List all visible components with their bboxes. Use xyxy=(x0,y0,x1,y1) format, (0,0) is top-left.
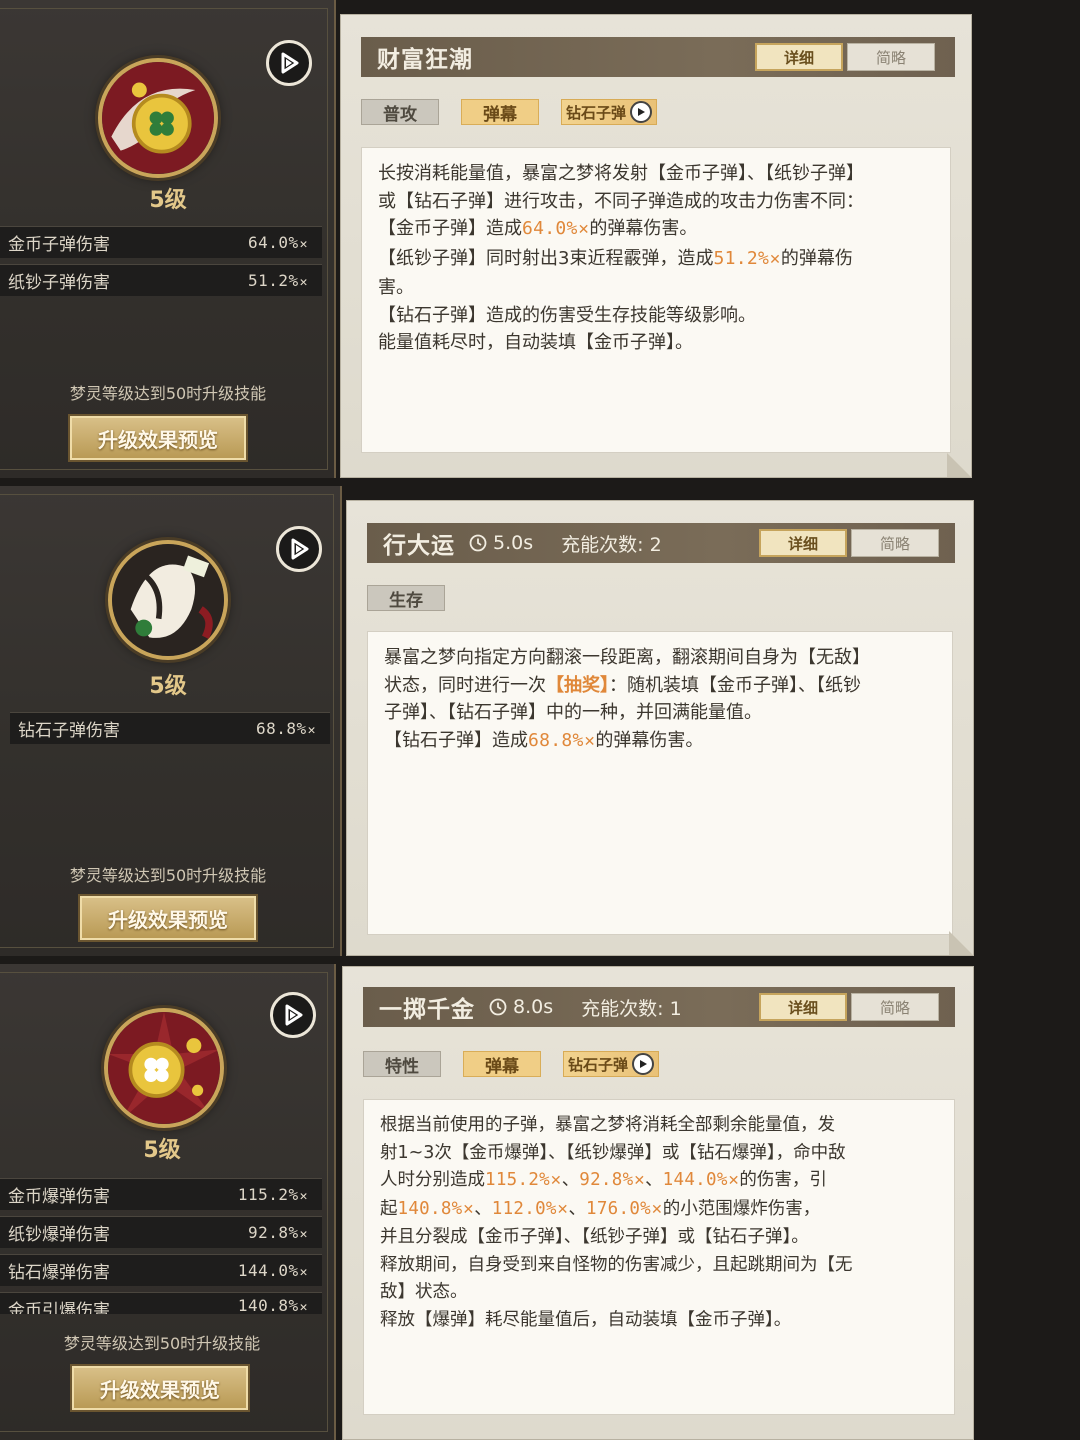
upgrade-preview-button[interactable]: 升级效果预览 xyxy=(68,414,248,462)
skill-level: 5级 xyxy=(143,1138,181,1163)
stat-label: 金币爆弹伤害 xyxy=(8,1187,110,1207)
clock-icon xyxy=(469,534,487,552)
skill-emblem-coin-clover xyxy=(98,58,218,178)
stat-label: 纸钞子弹伤害 xyxy=(8,273,110,293)
skill-panel-1: 5级 金币子弹伤害 64.0%✕ 纸钞子弹伤害 51.2%✕ 梦灵等级达到50时… xyxy=(0,0,1080,478)
skill-detail-card: 财富狂潮 详细 简略 普攻 弹幕 钻石子弹 长按消耗能量值，暴富之梦将发射【金币… xyxy=(340,14,972,478)
skill-detail-card: 一掷千金 8.0s 充能次数: 1 详细 简略 特性 弹幕 钻石子弹 根据当前使… xyxy=(342,966,974,1440)
tab-detail[interactable]: 详细 xyxy=(759,529,847,557)
page-fold-corner xyxy=(947,453,971,477)
stat-row: 金币子弹伤害 64.0%✕ xyxy=(0,226,322,258)
upgrade-requirement: 梦灵等级达到50时升级技能 xyxy=(69,384,267,403)
stat-row: 金币引爆伤害 140.8%✕ xyxy=(0,1292,322,1314)
atk-multiplier-icon: ✕ xyxy=(651,1201,663,1218)
tag-diamond-bullet[interactable]: 钻石子弹 xyxy=(561,99,657,125)
stat-value: 140.8%✕ xyxy=(237,1296,308,1314)
stat-value: 51.2%✕ xyxy=(248,271,308,290)
tab-brief[interactable]: 简略 xyxy=(847,43,935,71)
play-icon xyxy=(632,1053,655,1075)
clock-icon xyxy=(489,998,507,1016)
tab-detail[interactable]: 详细 xyxy=(755,43,843,71)
tag-label: 钻石子弹 xyxy=(568,1055,629,1074)
atk-multiplier-icon: ✕ xyxy=(299,275,308,290)
stat-value: 68.8%✕ xyxy=(256,719,316,738)
tag-survival: 生存 xyxy=(367,585,445,611)
play-preview-button[interactable] xyxy=(266,40,312,86)
tag-barrage: 弹幕 xyxy=(463,1051,541,1077)
stat-row: 钻石爆弹伤害 144.0%✕ xyxy=(0,1254,322,1286)
play-icon xyxy=(630,101,653,123)
tag-diamond-bullet[interactable]: 钻石子弹 xyxy=(563,1051,659,1077)
play-icon xyxy=(291,538,309,560)
stat-row: 纸钞子弹伤害 51.2%✕ xyxy=(0,264,322,296)
stat-label: 纸钞爆弹伤害 xyxy=(8,1225,110,1245)
tag-normal-attack: 普攻 xyxy=(361,99,439,125)
atk-multiplier-icon: ✕ xyxy=(299,1265,308,1280)
skill-name: 行大运 xyxy=(383,533,455,559)
tab-detail[interactable]: 详细 xyxy=(759,993,847,1021)
play-icon xyxy=(281,52,299,74)
charge-count: 充能次数: 1 xyxy=(581,997,682,1020)
stat-label: 金币子弹伤害 xyxy=(8,235,110,255)
stat-label: 钻石子弹伤害 xyxy=(18,721,120,741)
upgrade-preview-button[interactable]: 升级效果预览 xyxy=(78,894,258,942)
atk-multiplier-icon: ✕ xyxy=(769,251,781,268)
tag-trait: 特性 xyxy=(363,1051,441,1077)
upgrade-requirement: 梦灵等级达到50时升级技能 xyxy=(63,1334,261,1353)
atk-multiplier-icon: ✕ xyxy=(299,237,308,252)
atk-multiplier-icon: ✕ xyxy=(577,222,590,238)
skill-emblem-gold-burst xyxy=(104,1008,224,1128)
tab-brief[interactable]: 简略 xyxy=(851,993,939,1021)
skill-info-column: 5级 金币爆弹伤害 115.2%✕ 纸钞爆弹伤害 92.8%✕ 钻石爆弹伤害 1… xyxy=(0,964,336,1440)
skill-emblem-rolling-dream xyxy=(108,540,228,660)
stat-row: 纸钞爆弹伤害 92.8%✕ xyxy=(0,1216,322,1248)
atk-multiplier-icon: ✕ xyxy=(727,1173,740,1189)
atk-multiplier-icon: ✕ xyxy=(299,1189,308,1204)
page-fold-corner xyxy=(949,931,973,955)
atk-multiplier-icon: ✕ xyxy=(583,733,596,750)
stat-row: 钻石子弹伤害 68.8%✕ xyxy=(10,712,330,744)
skill-description: 长按消耗能量值，暴富之梦将发射【金币子弹】、【纸钞子弹】 或【钻石子弹】进行攻击… xyxy=(361,147,951,453)
atk-multiplier-icon: ✕ xyxy=(307,723,316,738)
stat-row: 金币爆弹伤害 115.2%✕ xyxy=(0,1178,322,1210)
charge-count: 充能次数: 2 xyxy=(561,533,662,556)
skill-name: 一掷千金 xyxy=(379,997,475,1023)
skill-level: 5级 xyxy=(149,188,187,213)
atk-multiplier-icon: ✕ xyxy=(550,1173,562,1189)
tag-label: 钻石子弹 xyxy=(566,103,627,122)
cooldown: 8.0s xyxy=(489,996,553,1018)
play-preview-button[interactable] xyxy=(276,526,322,572)
atk-multiplier-icon: ✕ xyxy=(556,1201,569,1218)
upgrade-requirement: 梦灵等级达到50时升级技能 xyxy=(69,866,267,885)
atk-multiplier-icon: ✕ xyxy=(299,1227,308,1242)
skill-name: 财富狂潮 xyxy=(377,47,473,73)
play-icon xyxy=(285,1004,303,1026)
stat-label: 金币引爆伤害 xyxy=(8,1301,110,1314)
upgrade-preview-button[interactable]: 升级效果预览 xyxy=(70,1364,250,1412)
stat-value: 115.2%✕ xyxy=(237,1185,308,1204)
skill-description: 根据当前使用的子弹，暴富之梦将消耗全部剩余能量值，发 射1~3次【金币爆弹】、【… xyxy=(363,1099,955,1415)
tab-brief[interactable]: 简略 xyxy=(851,529,939,557)
atk-multiplier-icon: ✕ xyxy=(462,1201,475,1218)
stat-value: 92.8%✕ xyxy=(248,1223,308,1242)
skill-level: 5级 xyxy=(149,674,187,699)
skill-panel-3: 5级 金币爆弹伤害 115.2%✕ 纸钞爆弹伤害 92.8%✕ 钻石爆弹伤害 1… xyxy=(0,964,1080,1440)
play-preview-button[interactable] xyxy=(270,992,316,1038)
atk-multiplier-icon: ✕ xyxy=(633,1173,646,1189)
cooldown: 5.0s xyxy=(469,532,533,554)
stat-value: 144.0%✕ xyxy=(237,1261,308,1280)
skill-panel-2: 5级 钻石子弹伤害 68.8%✕ 梦灵等级达到50时升级技能 升级效果预览 行大… xyxy=(0,486,1080,956)
stat-label: 钻石爆弹伤害 xyxy=(8,1263,110,1283)
skill-info-column: 5级 钻石子弹伤害 68.8%✕ 梦灵等级达到50时升级技能 升级效果预览 xyxy=(0,486,342,956)
stat-value: 64.0%✕ xyxy=(248,233,308,252)
tag-barrage: 弹幕 xyxy=(461,99,539,125)
skill-detail-card: 行大运 5.0s 充能次数: 2 详细 简略 生存 暴富之梦向指定方向翻滚一段距… xyxy=(346,500,974,956)
atk-multiplier-icon: ✕ xyxy=(299,1300,308,1314)
skill-info-column: 5级 金币子弹伤害 64.0%✕ 纸钞子弹伤害 51.2%✕ 梦灵等级达到50时… xyxy=(0,0,336,478)
skill-description: 暴富之梦向指定方向翻滚一段距离，翻滚期间自身为【无敌】 状态，同时进行一次【抽奖… xyxy=(367,631,953,935)
